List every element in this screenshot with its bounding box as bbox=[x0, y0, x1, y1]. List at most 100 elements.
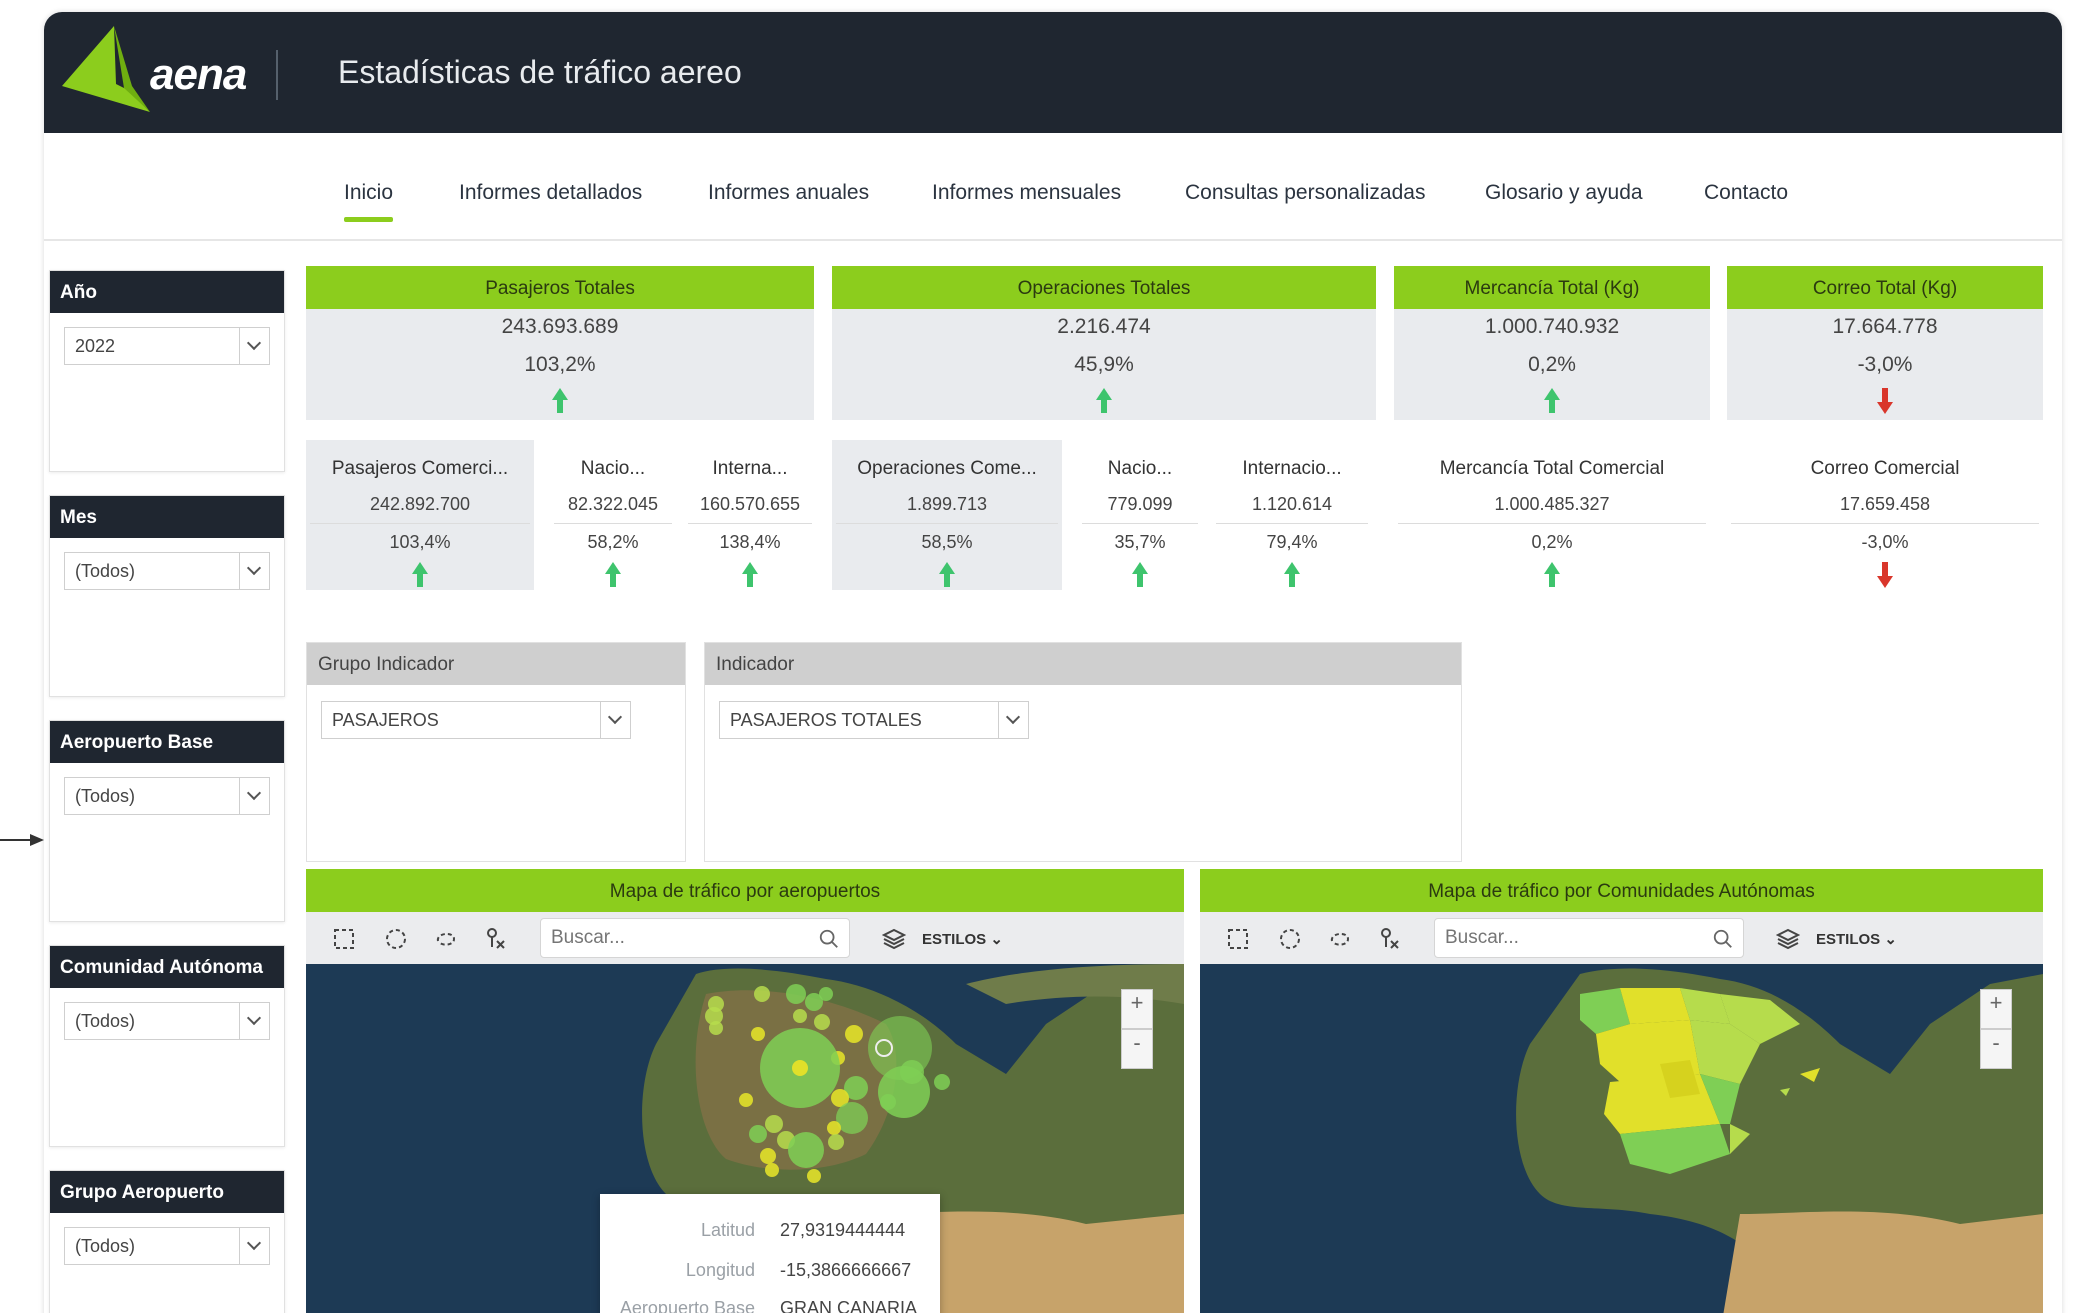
sub-value: 779.099 bbox=[1107, 494, 1173, 514]
nav-item-informes-mensuales[interactable]: Informes mensuales bbox=[932, 181, 1121, 205]
select-value: PASAJEROS bbox=[332, 710, 439, 730]
kpi-percent: -3,0% bbox=[1857, 353, 1913, 376]
sub-title: Pasajeros Comerci... bbox=[331, 458, 509, 479]
kpi-value: 243.693.689 bbox=[501, 315, 619, 338]
layers-icon[interactable] bbox=[1776, 927, 1800, 951]
map-toolbar: ESTILOS ⌄ bbox=[306, 912, 1184, 964]
arrow-up-icon bbox=[605, 562, 621, 588]
circle-select-icon[interactable] bbox=[1278, 927, 1302, 951]
sub-value: 17.659.458 bbox=[1839, 494, 1931, 514]
indicador-panel: Indicador PASAJEROS TOTALES bbox=[704, 642, 1462, 862]
map-title: Mapa de tráfico por aeropuertos bbox=[306, 869, 1184, 912]
panel-title: Indicador bbox=[705, 643, 1461, 685]
map-search-input[interactable] bbox=[1434, 918, 1744, 958]
estilos-dropdown[interactable]: ESTILOS ⌄ bbox=[922, 930, 1003, 948]
arrow-up-icon bbox=[1284, 562, 1300, 588]
filter-aeropuerto-base: Aeropuerto Base (Todos) bbox=[49, 720, 285, 922]
divider bbox=[836, 523, 1058, 524]
estilos-dropdown[interactable]: ESTILOS ⌄ bbox=[1816, 930, 1897, 948]
chevron-down-icon[interactable] bbox=[239, 1228, 269, 1264]
zoom-in-button[interactable]: + bbox=[1980, 989, 2012, 1029]
ano-select[interactable]: 2022 bbox=[64, 327, 270, 365]
brand-name: aena bbox=[150, 50, 247, 99]
circle-select-icon[interactable] bbox=[384, 927, 408, 951]
nav-item-informes-anuales[interactable]: Informes anuales bbox=[708, 181, 869, 205]
sub-title: Correo Comercial bbox=[1810, 458, 1960, 479]
map-title: Mapa de tráfico por Comunidades Autónoma… bbox=[1200, 869, 2043, 912]
arrow-up-icon bbox=[742, 562, 758, 588]
divider bbox=[310, 523, 530, 524]
map-toolbar: ESTILOS ⌄ bbox=[1200, 912, 2043, 964]
sub-operaciones-internacionales: Internacio... 1.120.614 79,4% bbox=[1212, 440, 1372, 590]
clear-selection-icon[interactable] bbox=[1378, 927, 1402, 951]
sub-title: Nacio... bbox=[580, 458, 646, 479]
sub-title: Interna... bbox=[712, 458, 788, 479]
filter-mes: Mes (Todos) bbox=[49, 495, 285, 697]
kpi-operaciones-totales: Operaciones Totales 2.216.474 45,9% bbox=[832, 266, 1376, 420]
zoom-in-button[interactable]: + bbox=[1121, 989, 1153, 1029]
estilos-label: ESTILOS bbox=[922, 931, 987, 948]
panel-title: Grupo Indicador bbox=[307, 643, 685, 685]
sub-value: 160.570.655 bbox=[699, 494, 801, 514]
arrow-up-icon bbox=[1544, 388, 1560, 414]
nav-item-inicio[interactable]: Inicio bbox=[344, 181, 394, 222]
indicador-select[interactable]: PASAJEROS TOTALES bbox=[719, 701, 1029, 739]
search-icon[interactable] bbox=[1712, 928, 1734, 950]
zoom-out-button[interactable]: - bbox=[1121, 1029, 1153, 1069]
map-search-input[interactable] bbox=[540, 918, 850, 958]
satellite-map[interactable] bbox=[1200, 964, 2043, 1313]
nav-item-glosario-ayuda[interactable]: Glosario y ayuda bbox=[1485, 181, 1643, 205]
chevron-down-icon[interactable] bbox=[239, 778, 269, 814]
nav-item-informes-detallados[interactable]: Informes detallados bbox=[459, 181, 642, 205]
mes-select[interactable]: (Todos) bbox=[64, 552, 270, 590]
kpi-percent: 103,2% bbox=[524, 353, 596, 376]
map-tooltip: Latitud 27,9319444444 Longitud -15,38666… bbox=[600, 1194, 940, 1313]
nav-item-consultas-personalizadas[interactable]: Consultas personalizadas bbox=[1185, 181, 1425, 205]
header-divider bbox=[276, 50, 278, 100]
aeropuerto-base-select[interactable]: (Todos) bbox=[64, 777, 270, 815]
comunidad-autonoma-select[interactable]: (Todos) bbox=[64, 1002, 270, 1040]
kpi-title: Correo Total (Kg) bbox=[1727, 266, 2043, 309]
sub-percent: 0,2% bbox=[1531, 532, 1573, 552]
sub-title: Internacio... bbox=[1242, 458, 1342, 479]
app-window: aena Estadísticas de tráfico aereo Inici… bbox=[44, 12, 2062, 1313]
chevron-down-icon[interactable] bbox=[239, 553, 269, 589]
kpi-percent: 0,2% bbox=[1528, 353, 1576, 376]
chevron-down-icon[interactable] bbox=[998, 702, 1028, 738]
mapa-comunidades-autonomas: Mapa de tráfico por Comunidades Autónoma… bbox=[1200, 869, 2043, 1313]
divider bbox=[1082, 523, 1198, 524]
arrow-up-icon bbox=[939, 562, 955, 588]
tooltip-value: GRAN CANARIA bbox=[780, 1298, 918, 1313]
kpi-title: Pasajeros Totales bbox=[306, 266, 814, 309]
chevron-down-icon[interactable] bbox=[600, 702, 630, 738]
search-icon[interactable] bbox=[818, 928, 840, 950]
chevron-down-icon[interactable] bbox=[239, 1003, 269, 1039]
arrow-up-icon bbox=[1096, 388, 1112, 414]
kpi-value: 17.664.778 bbox=[1832, 315, 1938, 338]
tooltip-key: Longitud bbox=[685, 1260, 755, 1280]
divider bbox=[688, 523, 812, 524]
tooltip-row-latitud: Latitud 27,9319444444 bbox=[600, 1220, 940, 1248]
clear-selection-icon[interactable] bbox=[484, 927, 508, 951]
sub-operaciones-comerciales: Operaciones Come... 1.899.713 58,5% bbox=[832, 440, 1062, 590]
grupo-aeropuerto-select[interactable]: (Todos) bbox=[64, 1227, 270, 1265]
arrow-down-icon bbox=[1877, 388, 1893, 414]
chevron-down-icon[interactable] bbox=[239, 328, 269, 364]
filter-title: Año bbox=[50, 271, 284, 313]
sub-correo-comercial: Correo Comercial 17.659.458 -3,0% bbox=[1727, 440, 2043, 590]
rectangle-select-icon[interactable] bbox=[332, 927, 356, 951]
zoom-out-button[interactable]: - bbox=[1980, 1029, 2012, 1069]
arrow-down-icon bbox=[1877, 562, 1893, 588]
kpi-value: 2.216.474 bbox=[1057, 315, 1151, 338]
lasso-select-icon[interactable] bbox=[434, 927, 458, 951]
lasso-select-icon[interactable] bbox=[1328, 927, 1352, 951]
layers-icon[interactable] bbox=[882, 927, 906, 951]
nav-item-contacto[interactable]: Contacto bbox=[1704, 181, 1788, 205]
arrow-up-icon bbox=[412, 562, 428, 588]
sub-title: Mercancía Total Comercial bbox=[1439, 458, 1665, 479]
filter-grupo-aeropuerto: Grupo Aeropuerto (Todos) bbox=[49, 1170, 285, 1313]
sub-pasajeros-comerciales: Pasajeros Comerci... 242.892.700 103,4% bbox=[306, 440, 534, 590]
grupo-indicador-select[interactable]: PASAJEROS bbox=[321, 701, 631, 739]
sub-percent: 138,4% bbox=[719, 532, 781, 552]
rectangle-select-icon[interactable] bbox=[1226, 927, 1250, 951]
